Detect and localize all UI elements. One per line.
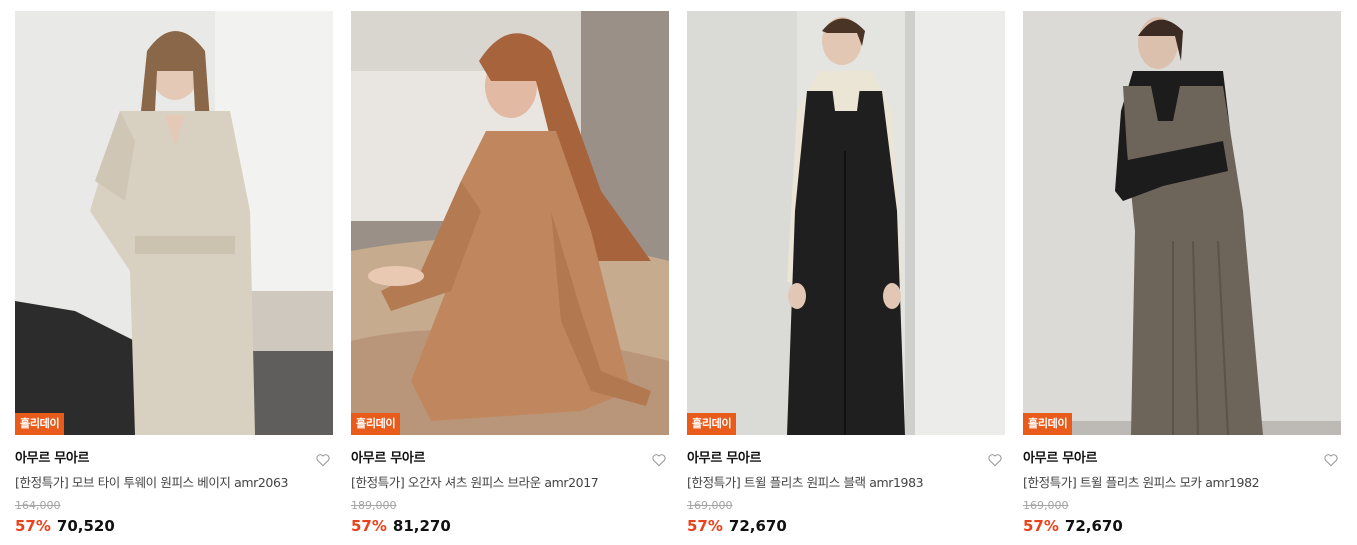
sale-price: 72,670 [728,517,787,535]
holiday-badge: 홀리데이 [351,413,401,435]
product-image[interactable]: 홀리데이 [1023,11,1341,435]
heart-outline-icon[interactable] [987,452,1003,468]
product-title[interactable]: [한정특가] 오간자 셔츠 원피스 브라운 amr2017 [351,474,669,492]
product-image[interactable]: 홀리데이 [351,11,669,435]
product-image[interactable]: 홀리데이 [15,11,333,435]
product-title[interactable]: [한정특가] 모브 타이 투웨이 원피스 베이지 amr2063 [15,474,333,492]
original-price: 169,000 [687,499,733,512]
model-beige-wrap-dress-photo [15,11,333,435]
original-price: 164,000 [15,499,61,512]
product-card[interactable]: 홀리데이 아무르 무아르 [한정특가] 오간자 셔츠 원피스 브라운 amr20… [351,11,669,541]
brand-name[interactable]: 아무르 무아르 [1023,450,1341,468]
brand-name[interactable]: 아무르 무아르 [351,450,669,468]
product-card[interactable]: 홀리데이 아무르 무아르 [한정특가] 트윌 플리츠 원피스 블랙 amr198… [687,11,1005,541]
discount-rate: 57% [351,517,387,535]
product-image[interactable]: 홀리데이 [687,11,1005,435]
product-title[interactable]: [한정특가] 트윌 플리츠 원피스 모카 amr1982 [1023,474,1341,492]
sale-price: 81,270 [392,517,451,535]
holiday-badge: 홀리데이 [1023,413,1073,435]
discount-rate: 57% [1023,517,1059,535]
holiday-badge: 홀리데이 [15,413,65,435]
original-price: 169,000 [1023,499,1069,512]
sale-price: 72,670 [1064,517,1123,535]
brand-name[interactable]: 아무르 무아르 [15,450,333,468]
heart-outline-icon[interactable] [315,452,331,468]
discount-rate: 57% [15,517,51,535]
product-card[interactable]: 홀리데이 아무르 무아르 [한정특가] 트윌 플리츠 원피스 모카 amr198… [1023,11,1341,541]
original-price: 189,000 [351,499,397,512]
product-card[interactable]: 홀리데이 아무르 무아르 [한정특가] 모브 타이 투웨이 원피스 베이지 am… [15,11,333,541]
product-title[interactable]: [한정특가] 트윌 플리츠 원피스 블랙 amr1983 [687,474,1005,492]
product-grid: 홀리데이 아무르 무아르 [한정특가] 모브 타이 투웨이 원피스 베이지 am… [0,0,1357,545]
brand-name[interactable]: 아무르 무아르 [687,450,1005,468]
discount-rate: 57% [687,517,723,535]
heart-outline-icon[interactable] [651,452,667,468]
model-black-pleats-dress-photo [687,11,1005,435]
holiday-badge: 홀리데이 [687,413,737,435]
model-mocha-pleats-dress-photo [1023,11,1341,435]
heart-outline-icon[interactable] [1323,452,1339,468]
model-brown-shirt-dress-photo [351,11,669,435]
sale-price: 70,520 [56,517,115,535]
